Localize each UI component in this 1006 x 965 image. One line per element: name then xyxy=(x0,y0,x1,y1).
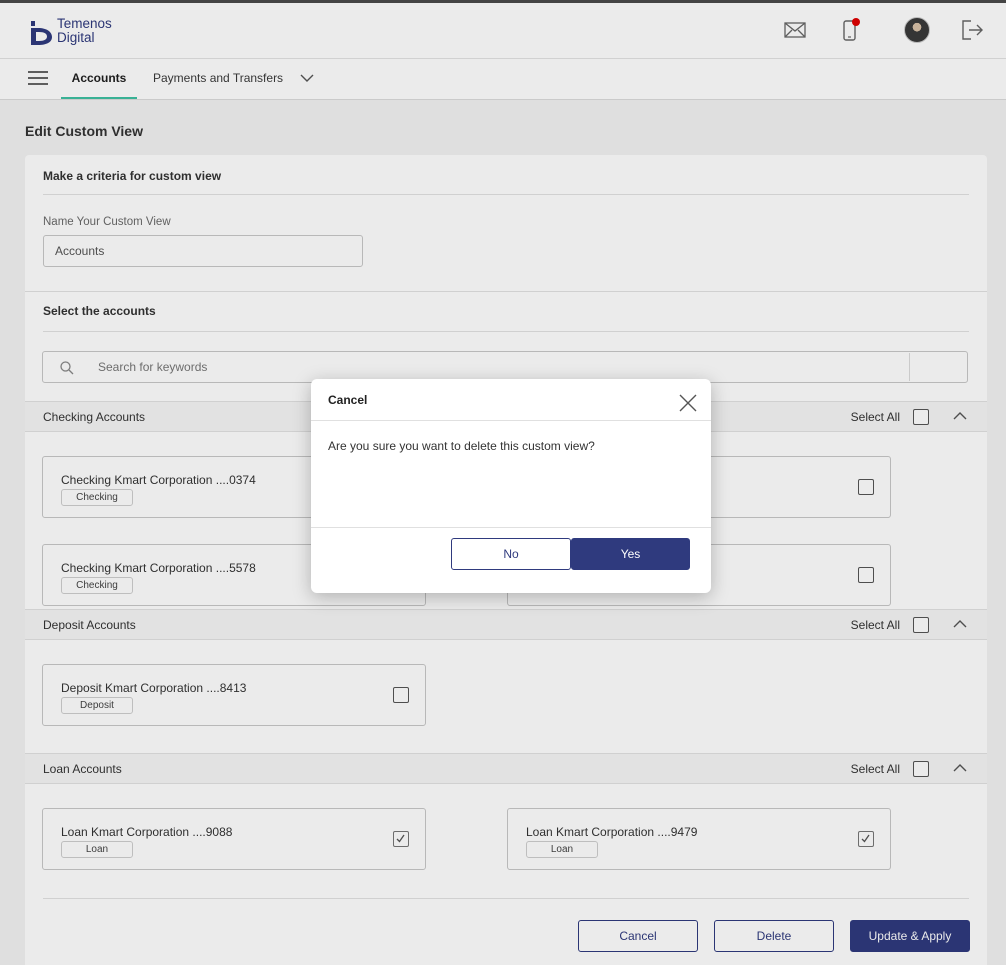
close-icon[interactable] xyxy=(677,392,699,414)
confirm-dialog: Cancel Are you sure you want to delete t… xyxy=(311,379,711,593)
yes-button[interactable]: Yes xyxy=(571,538,690,570)
no-button[interactable]: No xyxy=(451,538,571,570)
dialog-question: Are you sure you want to delete this cus… xyxy=(328,439,595,453)
dialog-title: Cancel xyxy=(328,393,368,407)
